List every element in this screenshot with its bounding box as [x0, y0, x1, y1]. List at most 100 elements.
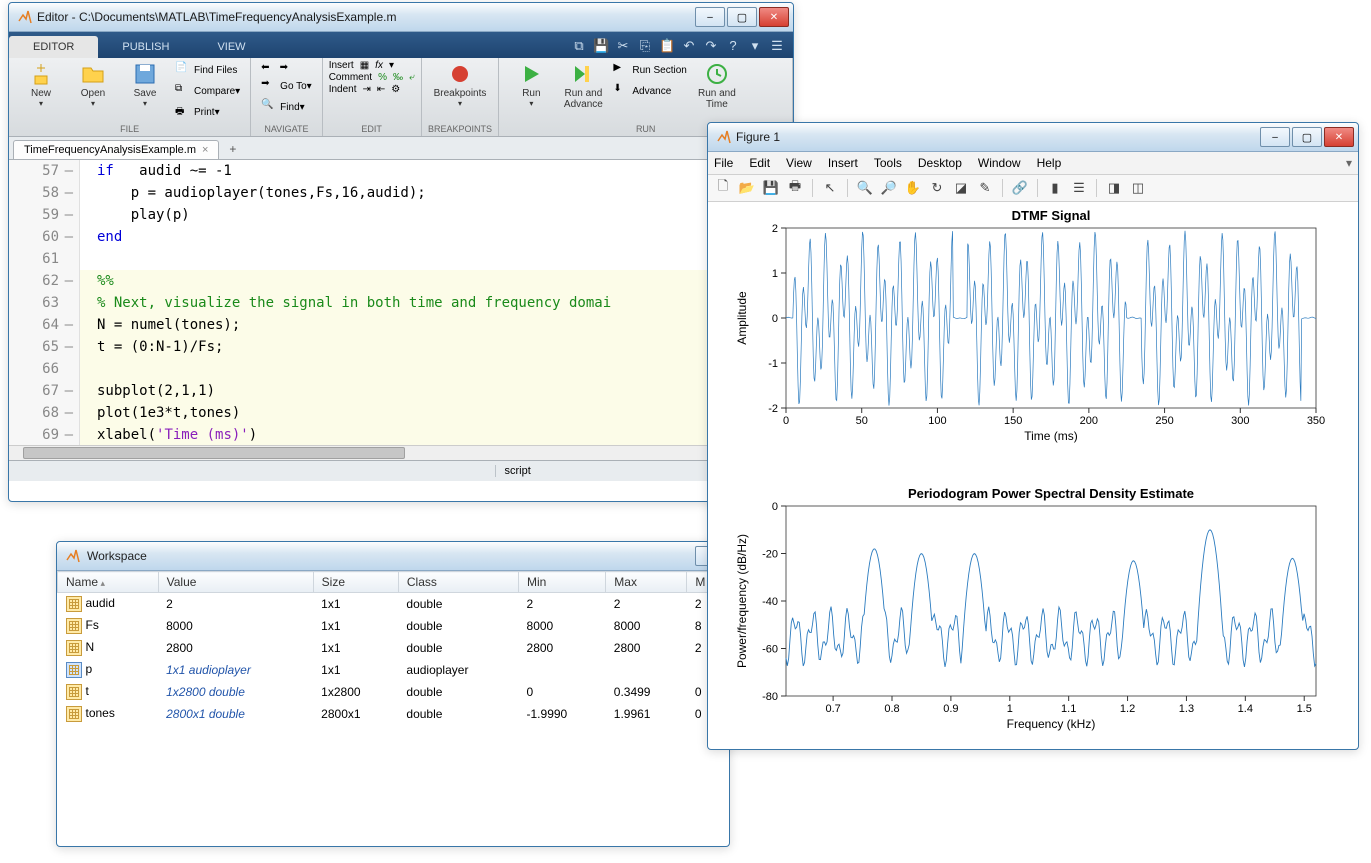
print-icon[interactable]: 🖶 [786, 179, 804, 197]
qa-icon[interactable]: ⧉ [571, 38, 587, 54]
insert-more-icon[interactable]: ▾ [389, 60, 394, 71]
hide-tools-icon[interactable]: ◨ [1105, 179, 1123, 197]
qa-dropdown-icon[interactable]: ▾ [747, 38, 763, 54]
close-button[interactable]: ✕ [759, 7, 789, 27]
col-value[interactable]: Value [158, 572, 313, 593]
menu-view[interactable]: View [786, 156, 812, 170]
link-icon[interactable]: 🔗 [1011, 179, 1029, 197]
figure-titlebar[interactable]: Figure 1 – ▢ ✕ [708, 123, 1358, 152]
qa-help-icon[interactable]: ? [725, 38, 741, 54]
tab-editor[interactable]: EDITOR [9, 36, 98, 58]
svg-text:0: 0 [772, 501, 778, 513]
qa-undo-icon[interactable]: ↶ [681, 38, 697, 54]
svg-text:0.9: 0.9 [943, 703, 958, 715]
pointer-icon[interactable]: ↖ [821, 179, 839, 197]
datacursor-icon[interactable]: ◪ [952, 179, 970, 197]
code-editor[interactable]: 57585960616263646566676869 if audid ~= -… [9, 160, 793, 460]
comment-icon[interactable]: % [378, 72, 387, 83]
new-button[interactable]: New▾ [15, 60, 67, 110]
open-icon[interactable]: 📂 [738, 179, 756, 197]
print-button[interactable]: 🖶Print ▾ [171, 102, 244, 122]
editor-titlebar[interactable]: Editor - C:\Documents\MATLAB\TimeFrequen… [9, 3, 793, 32]
qa-cut-icon[interactable]: ✂ [615, 38, 631, 54]
rotate-icon[interactable]: ↻ [928, 179, 946, 197]
menu-desktop[interactable]: Desktop [918, 156, 962, 170]
uncomment-icon[interactable]: ‰ [393, 72, 403, 83]
menu-tools[interactable]: Tools [874, 156, 902, 170]
maximize-button[interactable]: ▢ [1292, 127, 1322, 147]
zoom-out-icon[interactable]: 🔎 [880, 179, 898, 197]
new-tab-button[interactable]: + [221, 139, 244, 159]
table-row[interactable]: tones2800x1 double2800x1double-1.99901.9… [58, 703, 729, 725]
brush-icon[interactable]: ✎ [976, 179, 994, 197]
group-navigate: ⬅➡ ➡Go To ▾ 🔍Find ▾ NAVIGATE [251, 58, 323, 136]
tab-view[interactable]: VIEW [193, 36, 269, 58]
run-advance-button[interactable]: Run and Advance [557, 60, 609, 112]
menu-window[interactable]: Window [978, 156, 1021, 170]
minimize-button[interactable]: – [1260, 127, 1290, 147]
forward-button[interactable]: ➡ [276, 60, 292, 75]
svg-text:2: 2 [772, 223, 778, 235]
run-time-button[interactable]: Run and Time [691, 60, 743, 112]
code-text[interactable]: if audid ~= -1 p = audioplayer(tones,Fs,… [79, 160, 779, 446]
workspace-table[interactable]: NameValueSizeClassMinMaxM audid21x1doubl… [57, 571, 729, 725]
dock-icon[interactable]: ◫ [1129, 179, 1147, 197]
tab-publish[interactable]: PUBLISH [98, 36, 193, 58]
zoom-in-icon[interactable]: 🔍 [856, 179, 874, 197]
pan-icon[interactable]: ✋ [904, 179, 922, 197]
insert-section-icon[interactable]: ▦ [360, 60, 369, 71]
table-row[interactable]: p1x1 audioplayer1x1audioplayer [58, 659, 729, 681]
qa-paste-icon[interactable]: 📋 [659, 38, 675, 54]
menu-help[interactable]: Help [1037, 156, 1062, 170]
svg-text:1: 1 [1007, 703, 1013, 715]
colorbar-icon[interactable]: ▮ [1046, 179, 1064, 197]
qa-save-icon[interactable]: 💾 [593, 38, 609, 54]
run-button[interactable]: Run▾ [505, 60, 557, 110]
goto-button[interactable]: ➡Go To ▾ [257, 76, 316, 96]
advance-button[interactable]: ⬇Advance [609, 81, 690, 101]
table-row[interactable]: audid21x1double222 [58, 593, 729, 616]
horizontal-scrollbar[interactable] [9, 445, 779, 460]
col-size[interactable]: Size [313, 572, 398, 593]
compare-button[interactable]: ⧉Compare ▾ [171, 81, 244, 101]
wrap-comment-icon[interactable]: ⤶ [409, 72, 415, 83]
qa-menu-icon[interactable]: ☰ [769, 38, 785, 54]
close-button[interactable]: ✕ [1324, 127, 1354, 147]
menu-corner-icon[interactable]: ▾ [1346, 156, 1352, 170]
maximize-button[interactable]: ▢ [727, 7, 757, 27]
menu-insert[interactable]: Insert [828, 156, 858, 170]
indent-icon[interactable]: ⇥ [363, 84, 371, 95]
outdent-icon[interactable]: ⇤ [377, 84, 385, 95]
qa-redo-icon[interactable]: ↷ [703, 38, 719, 54]
group-breakpoints: Breakpoints▾ BREAKPOINTS [422, 58, 500, 136]
menu-edit[interactable]: Edit [749, 156, 770, 170]
table-row[interactable]: Fs80001x1double800080008 [58, 615, 729, 637]
breakpoints-button[interactable]: Breakpoints▾ [428, 60, 493, 110]
run-section-button[interactable]: ▶Run Section [609, 60, 690, 80]
find-button[interactable]: 🔍Find ▾ [257, 97, 316, 117]
smart-indent-icon[interactable]: ⚙ [391, 84, 400, 95]
file-tab[interactable]: TimeFrequencyAnalysisExample.m× [13, 140, 219, 159]
col-name[interactable]: Name [58, 572, 159, 593]
new-figure-icon[interactable]: 🗋 [714, 179, 732, 197]
table-row[interactable]: t1x2800 double1x2800double00.34990 [58, 681, 729, 703]
open-button[interactable]: Open▾ [67, 60, 119, 110]
close-tab-icon[interactable]: × [202, 144, 208, 156]
gutter[interactable]: 57585960616263646566676869 [9, 160, 80, 446]
qa-copy-icon[interactable]: ⎘ [637, 38, 653, 54]
save-button[interactable]: Save▾ [119, 60, 171, 110]
workspace-titlebar[interactable]: Workspace – [57, 542, 729, 571]
menu-file[interactable]: File [714, 156, 733, 170]
status-type: script [495, 465, 742, 477]
col-max[interactable]: Max [606, 572, 687, 593]
svg-text:-60: -60 [762, 644, 778, 656]
col-class[interactable]: Class [398, 572, 518, 593]
table-row[interactable]: N28001x1double280028002 [58, 637, 729, 659]
find-files-button[interactable]: 📄Find Files [171, 60, 244, 80]
back-button[interactable]: ⬅ [257, 60, 273, 75]
insert-fx-icon[interactable]: fx [375, 60, 383, 71]
minimize-button[interactable]: – [695, 7, 725, 27]
save-icon[interactable]: 💾 [762, 179, 780, 197]
col-min[interactable]: Min [519, 572, 606, 593]
legend-icon[interactable]: ☰ [1070, 179, 1088, 197]
